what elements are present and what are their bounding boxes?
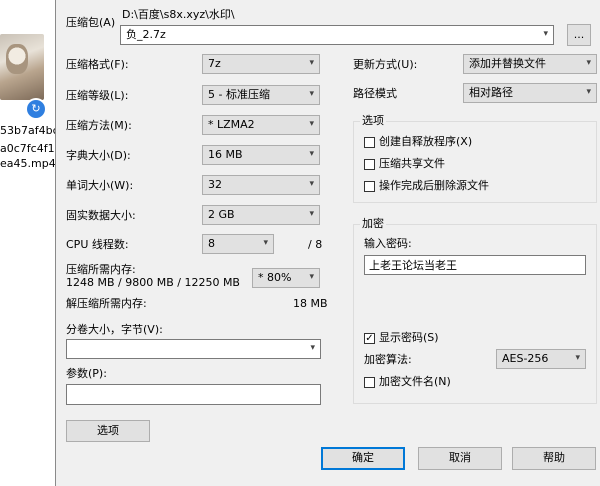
chevron-down-icon: ▾ xyxy=(309,149,314,159)
password-input[interactable] xyxy=(364,255,586,275)
chevron-down-icon: ▾ xyxy=(309,58,314,68)
format-value: 7z xyxy=(208,57,221,70)
options-button[interactable]: 选项 xyxy=(66,420,150,442)
params-input[interactable] xyxy=(66,384,321,405)
chevron-down-icon: ▾ xyxy=(586,58,591,68)
desktop-file-name-2[interactable]: a0c7fc4f1c xyxy=(0,142,61,155)
add-to-archive-dialog: 压缩包(A) D:\百度\s8x.xyz\水印\ 负_2.7z ▾ ... 压缩… xyxy=(55,0,600,486)
enc-method-value: AES-256 xyxy=(502,352,549,365)
mem-label: 压缩所需内存: xyxy=(66,263,136,276)
update-select[interactable]: 添加并替换文件 ▾ xyxy=(463,54,597,74)
cancel-button[interactable]: 取消 xyxy=(418,447,502,470)
word-value: 32 xyxy=(208,178,222,191)
delete-label[interactable]: 操作完成后删除源文件 xyxy=(379,179,489,193)
cpu-value: 8 xyxy=(208,237,215,250)
chevron-down-icon: ▾ xyxy=(263,238,268,248)
decomp-value: 18 MB xyxy=(293,297,328,310)
shared-label[interactable]: 压缩共享文件 xyxy=(379,157,445,171)
method-value: * LZMA2 xyxy=(208,118,255,131)
method-select[interactable]: * LZMA2 ▾ xyxy=(202,115,320,135)
encrypt-names-checkbox[interactable] xyxy=(364,377,375,388)
archive-name-combo[interactable]: 负_2.7z ▾ xyxy=(120,25,554,45)
show-password-checkbox[interactable]: ✓ xyxy=(364,333,375,344)
solid-value: 2 GB xyxy=(208,208,235,221)
cpu-select[interactable]: 8 ▾ xyxy=(202,234,274,254)
mem-percent-value: * 80% xyxy=(258,271,292,284)
chevron-down-icon: ▾ xyxy=(309,179,314,189)
chevron-down-icon: ▾ xyxy=(309,272,314,282)
chevron-down-icon: ▾ xyxy=(309,89,314,99)
help-button[interactable]: 帮助 xyxy=(512,447,596,470)
split-label: 分卷大小，字节(V): xyxy=(66,323,163,336)
encryption-group-title: 加密 xyxy=(360,217,386,231)
delete-checkbox[interactable] xyxy=(364,181,375,192)
cpu-total: / 8 xyxy=(308,238,323,251)
enc-method-label: 加密算法: xyxy=(364,353,412,366)
sync-badge-icon: ↻ xyxy=(27,100,45,118)
archive-path: D:\百度\s8x.xyz\水印\ xyxy=(122,8,235,21)
level-value: 5 - 标准压缩 xyxy=(208,88,270,101)
enc-method-select[interactable]: AES-256 ▾ xyxy=(496,349,586,369)
encrypt-names-label[interactable]: 加密文件名(N) xyxy=(379,375,451,389)
password-label: 输入密码: xyxy=(364,237,412,250)
dict-value: 16 MB xyxy=(208,148,243,161)
solid-label: 固实数据大小: xyxy=(66,209,136,222)
pathmode-label: 路径模式 xyxy=(353,87,397,100)
archive-name-value: 负_2.7z xyxy=(126,28,166,41)
pathmode-value: 相对路径 xyxy=(469,86,513,99)
options-group-title: 选项 xyxy=(360,114,386,128)
mem-detail: 1248 MB / 9800 MB / 12250 MB xyxy=(66,276,240,289)
archive-label: 压缩包(A) xyxy=(66,16,116,29)
decomp-label: 解压缩所需内存: xyxy=(66,297,147,310)
level-select[interactable]: 5 - 标准压缩 ▾ xyxy=(202,85,320,105)
update-label: 更新方式(U): xyxy=(353,58,418,71)
level-label: 压缩等级(L): xyxy=(66,89,129,102)
word-select[interactable]: 32 ▾ xyxy=(202,175,320,195)
mem-percent-select[interactable]: * 80% ▾ xyxy=(252,268,320,288)
method-label: 压缩方法(M): xyxy=(66,119,132,132)
format-select[interactable]: 7z ▾ xyxy=(202,54,320,74)
sfx-label[interactable]: 创建自释放程序(X) xyxy=(379,135,472,149)
options-group: 选项 创建自释放程序(X) 压缩共享文件 操作完成后删除源文件 xyxy=(353,114,597,203)
dict-select[interactable]: 16 MB ▾ xyxy=(202,145,320,165)
chevron-down-icon: ▾ xyxy=(310,343,315,353)
chevron-down-icon: ▾ xyxy=(309,119,314,129)
chevron-down-icon: ▾ xyxy=(575,353,580,363)
dict-label: 字典大小(D): xyxy=(66,149,131,162)
shared-checkbox[interactable] xyxy=(364,159,375,170)
update-value: 添加并替换文件 xyxy=(469,57,546,70)
chevron-down-icon: ▾ xyxy=(309,209,314,219)
word-label: 单词大小(W): xyxy=(66,179,134,192)
sfx-checkbox[interactable] xyxy=(364,137,375,148)
format-label: 压缩格式(F): xyxy=(66,58,129,71)
video-thumbnail[interactable] xyxy=(0,34,44,100)
browse-button[interactable]: ... xyxy=(567,24,591,46)
desktop-file-name-1[interactable]: 53b7af4bc xyxy=(0,124,59,137)
chevron-down-icon[interactable]: ▾ xyxy=(543,29,548,39)
cpu-label: CPU 线程数: xyxy=(66,238,129,251)
solid-select[interactable]: 2 GB ▾ xyxy=(202,205,320,225)
split-combo[interactable]: ▾ xyxy=(66,339,321,359)
ok-button[interactable]: 确定 xyxy=(321,447,405,470)
encryption-group: 加密 输入密码: ✓ 显示密码(S) 加密算法: AES-256 ▾ 加密文件名… xyxy=(353,217,597,404)
params-label: 参数(P): xyxy=(66,367,107,380)
show-password-label[interactable]: 显示密码(S) xyxy=(379,331,439,345)
desktop-area: ↻ 53b7af4bc a0c7fc4f1c ea45.mp4 xyxy=(0,0,61,486)
desktop-file-name-3[interactable]: ea45.mp4 xyxy=(0,157,56,170)
pathmode-select[interactable]: 相对路径 ▾ xyxy=(463,83,597,103)
chevron-down-icon: ▾ xyxy=(586,87,591,97)
